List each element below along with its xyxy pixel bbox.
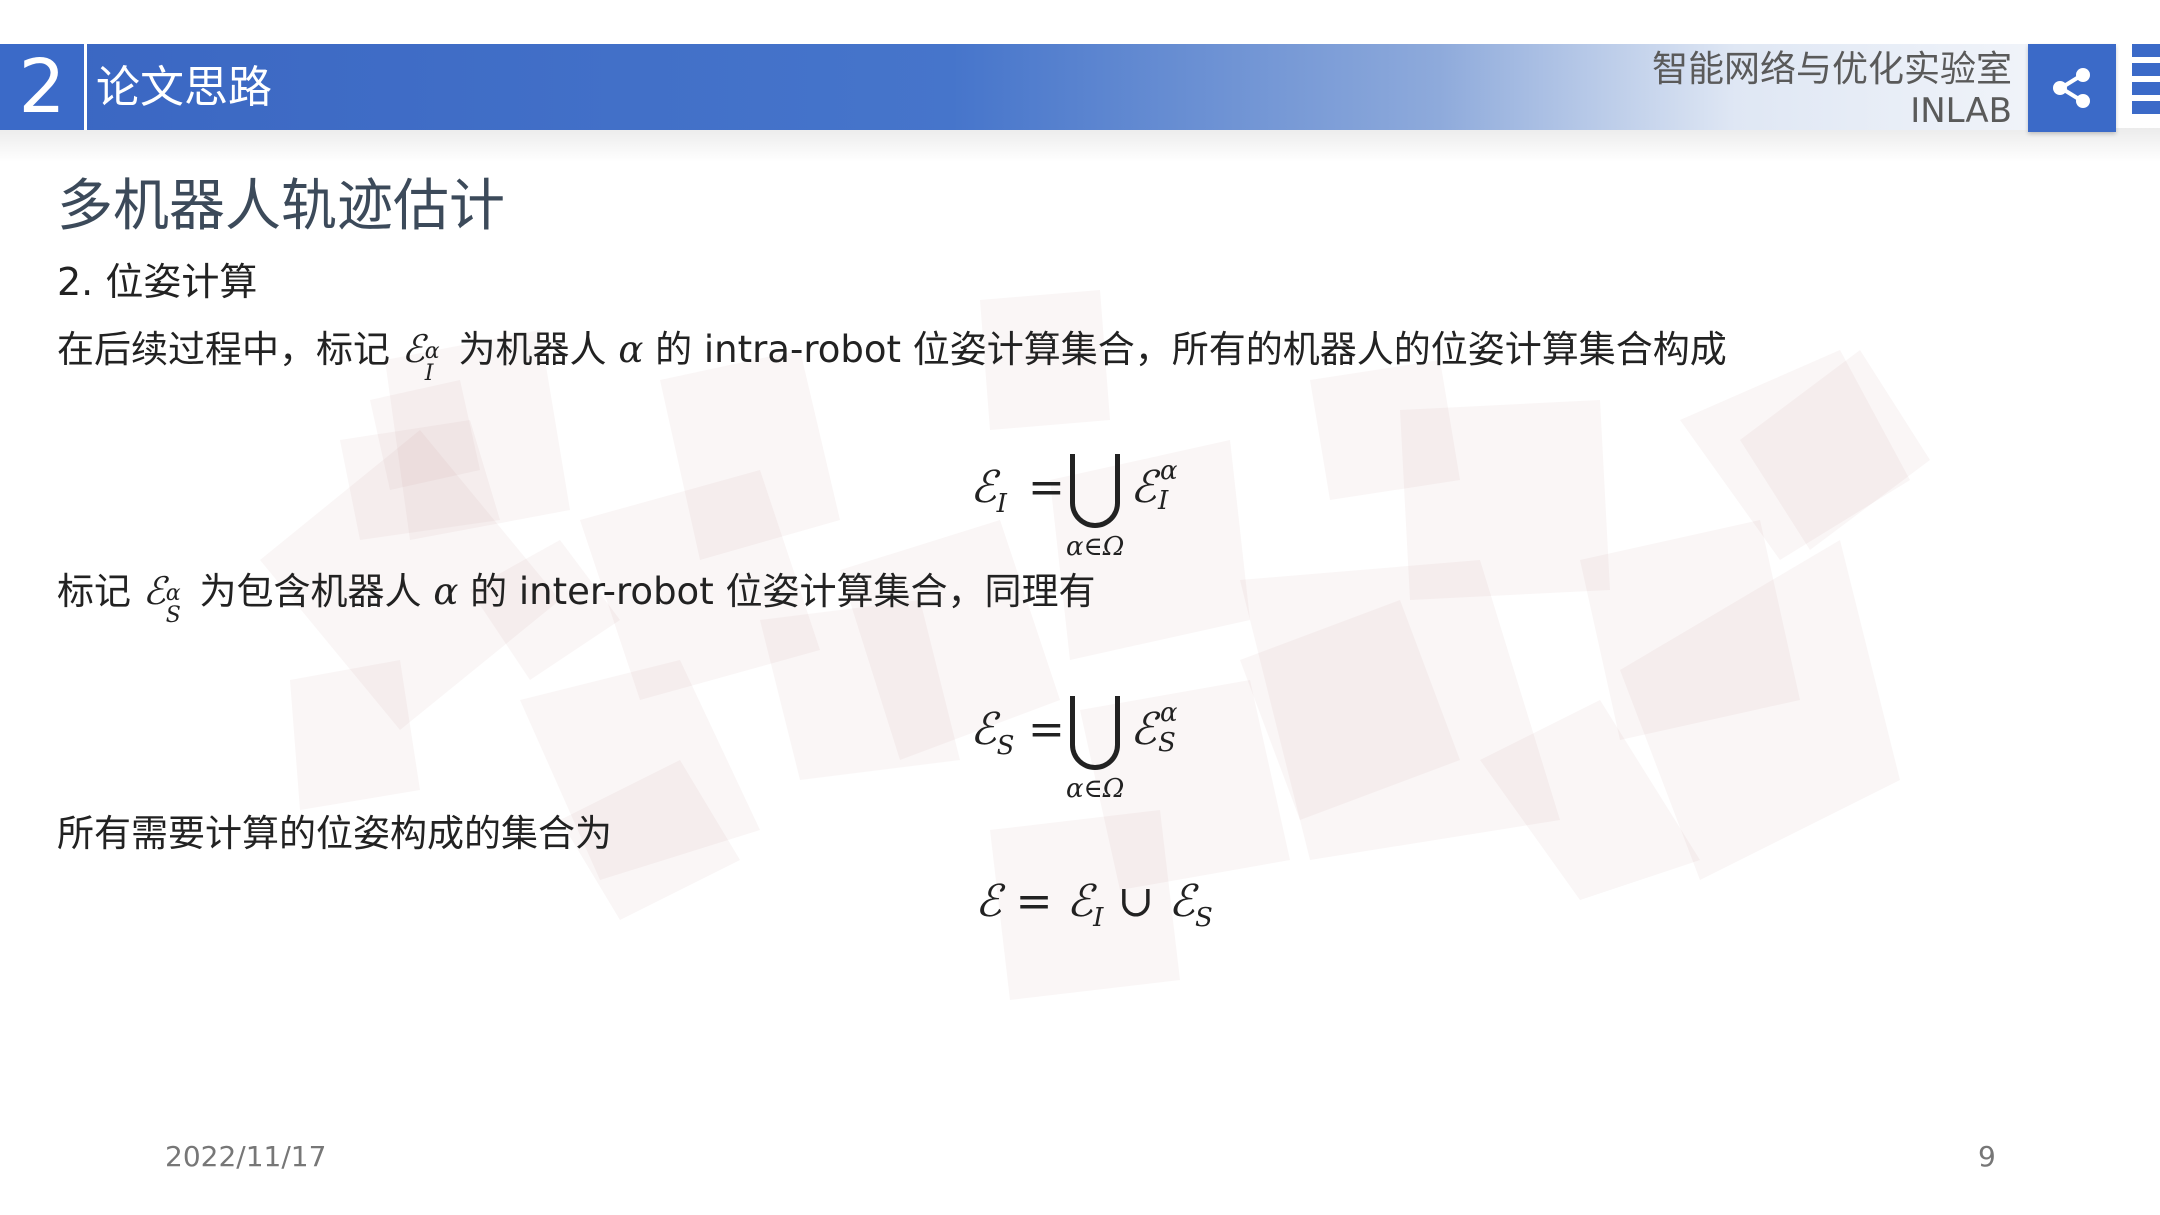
header-shadow (0, 128, 2160, 162)
step-heading: 2. 位姿计算 (57, 260, 258, 304)
formula-equals: = (1028, 462, 1065, 513)
math-alpha: α (618, 328, 644, 371)
share-icon (2053, 68, 2090, 108)
text: 为包含机器人 (199, 570, 422, 613)
formula-term-a-sub: I (1093, 902, 1104, 933)
section-number: 2 (0, 44, 87, 130)
formula-lhs-symbol: ℰ (970, 704, 997, 755)
math-symbol: ℰ (401, 327, 425, 371)
formula-rhs-sub: S (1158, 728, 1176, 758)
formula-term-b-sub: S (1194, 902, 1213, 933)
text: 的 inter-robot 位姿计算集合，同理有 (470, 570, 1096, 613)
formula-equals: = (1028, 704, 1065, 755)
formula-lhs: ℰI (970, 462, 1007, 519)
math-scripts: αS (166, 572, 188, 628)
formula-under: α∈Ω (1066, 774, 1125, 804)
math-alpha: α (433, 570, 459, 613)
text: 在后续过程中，标记 (57, 328, 390, 371)
page-number: 9 (1978, 1140, 1996, 1173)
formula-rhs-symbol: ℰ (1130, 704, 1157, 755)
footer-date: 2022/11/17 (165, 1140, 327, 1173)
formula-term-a: ℰ (1066, 876, 1094, 927)
formula-lhs-sub: I (996, 488, 1007, 519)
edge-stripes (2132, 44, 2160, 132)
formula-lhs-sub: S (996, 730, 1015, 761)
formula-rhs-sub: I (1158, 486, 1169, 516)
text: 标记 (57, 570, 131, 613)
formula-equals: = (1015, 876, 1053, 927)
text: 为机器人 (458, 328, 607, 371)
formula-lhs: ℰ (975, 876, 1002, 927)
big-union-symbol (1070, 454, 1120, 528)
formula-union-op: ∪ (1117, 876, 1155, 927)
formula-lhs-symbol: ℰ (970, 462, 997, 513)
big-union-symbol (1070, 696, 1120, 770)
text: 的 intra-robot 位姿计算集合，所有的机器人的位姿计算集合构成 (655, 328, 1727, 371)
formula-rhs-sup: α (1160, 456, 1178, 486)
math-sub: S (165, 602, 181, 628)
formula-rhs-sup: α (1160, 698, 1178, 728)
math-scripts: αI (425, 330, 447, 386)
paragraph-intra-robot: 在后续过程中，标记 ℰαI 为机器人 α 的 intra-robot 位姿计算集… (57, 325, 1727, 386)
formula-total-set: ℰ = ℰI ∪ ℰS (975, 876, 1213, 933)
formula-lhs: ℰS (970, 704, 1014, 761)
paragraph-inter-robot: 标记 ℰαS 为包含机器人 α 的 inter-robot 位姿计算集合，同理有 (57, 567, 1096, 628)
lab-code: INLAB (1910, 91, 2012, 131)
stripe (2132, 82, 2160, 95)
section-title: 论文思路 (96, 62, 272, 113)
formula-term-b: ℰ (1168, 876, 1195, 927)
math-sub: I (424, 360, 434, 386)
formula-under: α∈Ω (1066, 532, 1125, 562)
lab-name: 智能网络与优化实验室 (1651, 49, 2012, 90)
formula-rhs-symbol: ℰ (1130, 462, 1157, 513)
slide-title: 多机器人轨迹估计 (57, 174, 505, 239)
stripe (2132, 63, 2160, 76)
stripe (2132, 101, 2160, 114)
share-button[interactable] (2028, 44, 2116, 132)
stripe (2132, 44, 2160, 57)
math-symbol: ℰ (142, 569, 166, 613)
paragraph-all-poses: 所有需要计算的位姿构成的集合为 (57, 812, 612, 855)
